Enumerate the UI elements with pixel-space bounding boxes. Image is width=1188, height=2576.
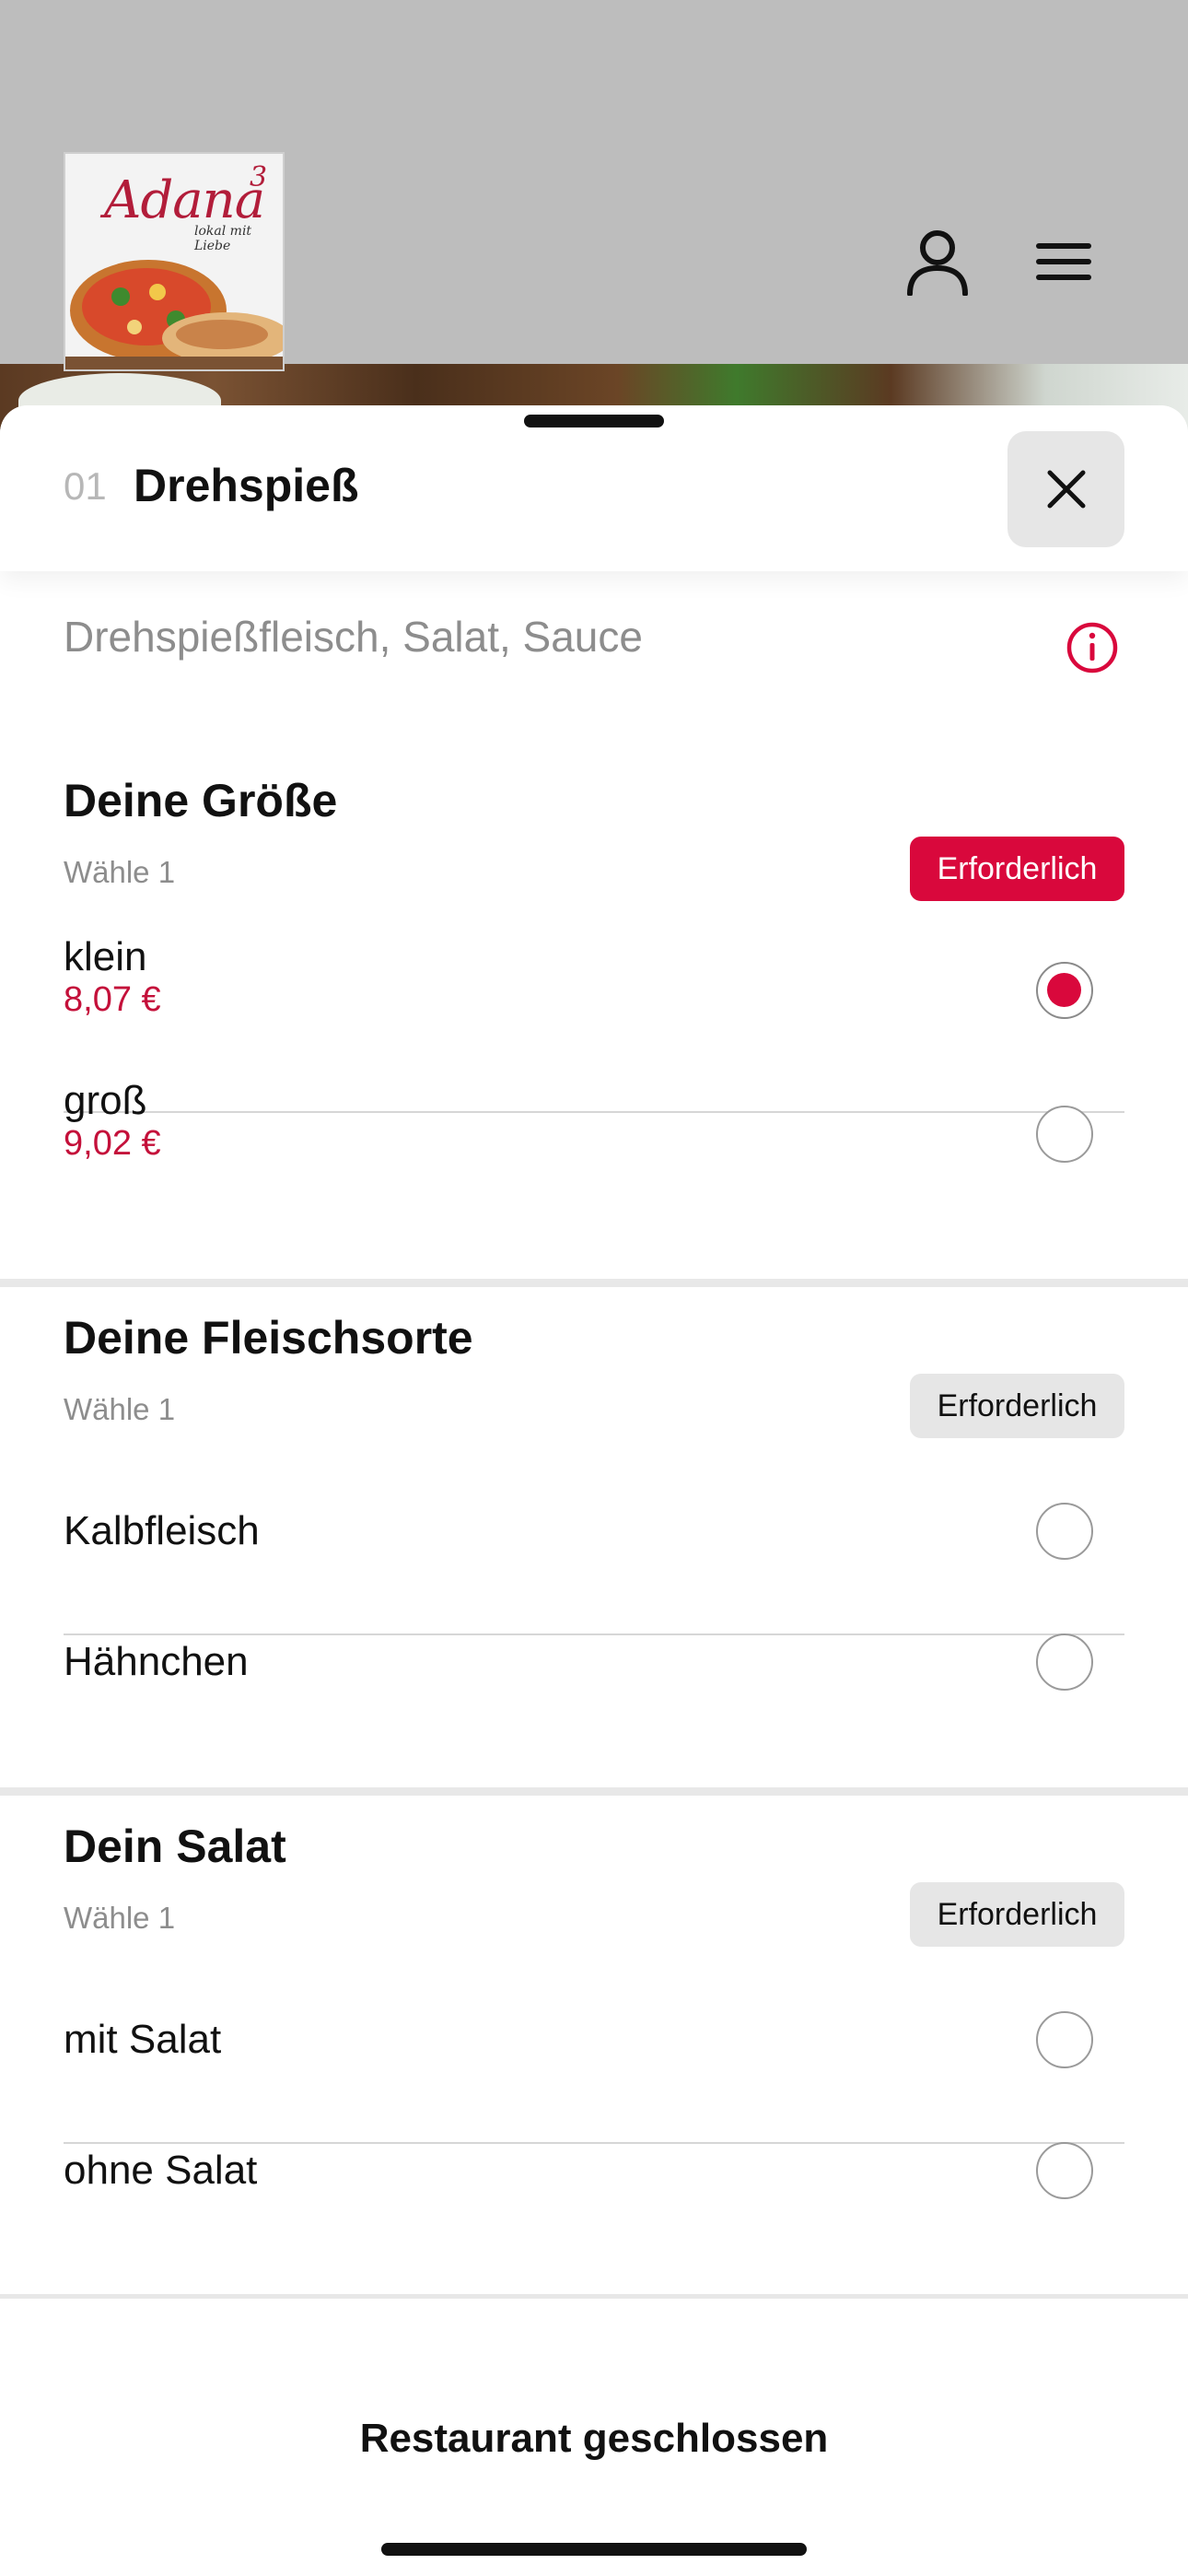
required-badge: Erforderlich xyxy=(910,1374,1124,1438)
radio-button-selected[interactable] xyxy=(1036,962,1093,1019)
option-price: 9,02 € xyxy=(64,1124,161,1163)
hamburger-menu-icon xyxy=(1036,243,1091,280)
radio-button[interactable] xyxy=(1036,1503,1093,1560)
logo-superscript: 3 xyxy=(250,161,268,193)
radio-button[interactable] xyxy=(1036,1106,1093,1163)
radio-button[interactable] xyxy=(1036,2142,1093,2199)
option-label: ohne Salat xyxy=(64,2148,258,2193)
section-title: Dein Salat xyxy=(64,1821,286,1872)
option-label: Hähnchen xyxy=(64,1639,249,1684)
logo-food-image xyxy=(65,260,283,369)
required-badge: Erforderlich xyxy=(910,837,1124,901)
option-row-klein[interactable]: klein 8,07 € xyxy=(0,931,1188,1069)
option-row-mit-salat[interactable]: mit Salat xyxy=(0,1995,1188,2105)
section-subtitle: Wähle 1 xyxy=(64,1901,176,1935)
option-price: 8,07 € xyxy=(64,980,161,1019)
item-description: Drehspießfleisch, Salat, Sauce xyxy=(64,613,643,661)
user-account-button[interactable] xyxy=(901,225,974,299)
option-row-gross[interactable]: groß 9,02 € xyxy=(0,1074,1188,1212)
section-title: Deine Fleischsorte xyxy=(64,1312,473,1364)
option-label: groß xyxy=(64,1078,147,1123)
salad-section: Dein Salat Wähle 1 Erforderlich mit Sala… xyxy=(0,1820,1188,2280)
option-row-haehnchen[interactable]: Hähnchen xyxy=(0,1617,1188,1727)
sheet-grabber[interactable] xyxy=(524,415,664,427)
user-icon xyxy=(907,230,968,296)
size-section: Deine Größe Wähle 1 Erforderlich klein 8… xyxy=(0,774,1188,1235)
option-row-ohne-salat[interactable]: ohne Salat xyxy=(0,2125,1188,2236)
item-number: 01 xyxy=(64,464,107,508)
option-label: klein xyxy=(64,934,147,979)
logo-wordmark: Adana xyxy=(104,170,265,230)
close-icon xyxy=(1047,470,1085,509)
info-icon[interactable] xyxy=(1066,621,1119,674)
sheet-header: 01 Drehspieß xyxy=(0,405,1188,571)
close-button[interactable] xyxy=(1007,431,1124,547)
home-indicator[interactable] xyxy=(381,2543,807,2556)
section-divider xyxy=(0,1787,1188,1796)
radio-button[interactable] xyxy=(1036,2011,1093,2068)
menu-button[interactable] xyxy=(1027,225,1101,299)
section-divider xyxy=(0,2294,1188,2299)
restaurant-status: Restaurant geschlossen xyxy=(359,2416,829,2461)
restaurant-logo[interactable]: Adana 3 lokal mit Liebe xyxy=(64,152,285,371)
section-subtitle: Wähle 1 xyxy=(64,1392,176,1426)
radio-button[interactable] xyxy=(1036,1633,1093,1691)
section-title: Deine Größe xyxy=(64,775,338,826)
section-subtitle: Wähle 1 xyxy=(64,855,176,889)
option-row-kalbfleisch[interactable]: Kalbfleisch xyxy=(0,1486,1188,1597)
option-label: mit Salat xyxy=(64,2017,222,2062)
required-badge: Erforderlich xyxy=(910,1882,1124,1947)
meat-section: Deine Fleischsorte Wähle 1 Erforderlich … xyxy=(0,1311,1188,1772)
section-divider xyxy=(0,1279,1188,1287)
option-label: Kalbfleisch xyxy=(64,1508,260,1553)
item-title: Drehspieß xyxy=(134,460,359,511)
product-options-sheet: 01 Drehspieß Drehspießfleisch, Salat, Sa… xyxy=(0,405,1188,2576)
